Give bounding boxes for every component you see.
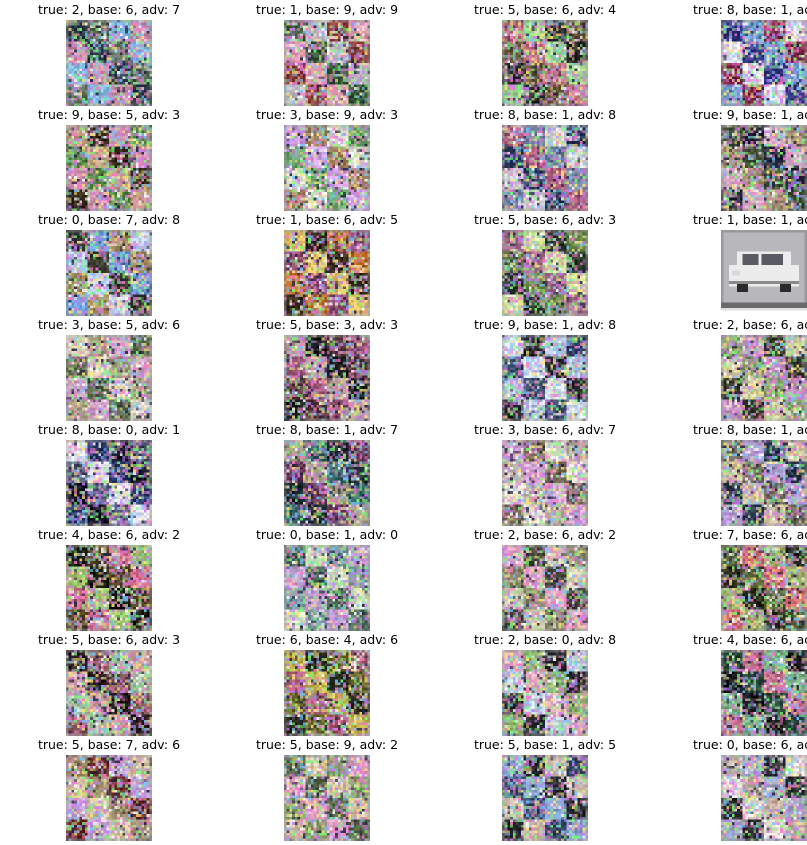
- panel-title: true: 4, base: 6, adv: 2: [692, 632, 807, 647]
- grid-panel: true: 5, base: 3, adv: 3: [232, 317, 422, 421]
- grid-panel: true: 8, base: 1, adv: 7: [232, 422, 422, 526]
- adversarial-image: [502, 20, 588, 106]
- panel-title: true: 0, base: 1, adv: 0: [255, 527, 399, 542]
- grid-panel: true: 9, base: 5, adv: 3: [14, 107, 204, 211]
- grid-panel: true: 3, base: 5, adv: 6: [14, 317, 204, 421]
- adversarial-image: [66, 545, 152, 631]
- adversarial-image: [284, 440, 370, 526]
- grid-panel: true: 2, base: 6, adv: 2: [450, 527, 640, 631]
- adversarial-image: [66, 335, 152, 421]
- adversarial-image: [502, 230, 588, 316]
- grid-panel: true: 5, base: 7, adv: 6: [14, 737, 204, 841]
- adversarial-image: [721, 755, 807, 841]
- grid-panel: true: 1, base: 9, adv: 9: [232, 2, 422, 106]
- panel-title: true: 5, base: 3, adv: 3: [255, 317, 399, 332]
- grid-panel: true: 8, base: 1, adv: 8: [450, 107, 640, 211]
- grid-panel: true: 2, base: 0, adv: 8: [450, 632, 640, 736]
- panel-title: true: 5, base: 6, adv: 4: [473, 2, 617, 17]
- panel-title: true: 8, base: 1, adv: 8: [473, 107, 617, 122]
- grid-panel: true: 9, base: 1, adv: 8: [450, 317, 640, 421]
- panel-title: true: 2, base: 6, adv: 2: [473, 527, 617, 542]
- panel-title: true: 5, base: 7, adv: 6: [37, 737, 181, 752]
- adversarial-image: [284, 545, 370, 631]
- panel-title: true: 8, base: 1, adv: 9: [692, 422, 807, 437]
- grid-panel: true: 5, base: 9, adv: 2: [232, 737, 422, 841]
- image-grid: true: 2, base: 6, adv: 7 true: 1, base: 9…: [0, 0, 807, 845]
- panel-title: true: 0, base: 7, adv: 8: [37, 212, 181, 227]
- panel-title: true: 4, base: 6, adv: 2: [37, 527, 181, 542]
- panel-title: true: 8, base: 0, adv: 1: [37, 422, 181, 437]
- panel-title: true: 1, base: 1, adv: 1: [692, 212, 807, 227]
- grid-panel: true: 5, base: 6, adv: 3: [450, 212, 640, 316]
- grid-panel: true: 5, base: 6, adv: 4: [450, 2, 640, 106]
- grid-panel: true: 8, base: 0, adv: 1: [14, 422, 204, 526]
- adversarial-image: [284, 230, 370, 316]
- grid-panel: true: 5, base: 6, adv: 3: [14, 632, 204, 736]
- grid-panel: true: 9, base: 1, adv: 9: [669, 107, 807, 211]
- car-image: [721, 230, 807, 316]
- panel-title: true: 5, base: 1, adv: 5: [473, 737, 617, 752]
- adversarial-image: [502, 755, 588, 841]
- panel-title: true: 6, base: 4, adv: 6: [255, 632, 399, 647]
- grid-panel: true: 8, base: 1, adv: 0: [669, 2, 807, 106]
- panel-title: true: 9, base: 5, adv: 3: [37, 107, 181, 122]
- panel-title: true: 1, base: 6, adv: 5: [255, 212, 399, 227]
- panel-title: true: 8, base: 1, adv: 0: [692, 2, 807, 17]
- panel-title: true: 2, base: 6, adv: 7: [37, 2, 181, 17]
- adversarial-image: [721, 440, 807, 526]
- adversarial-image: [66, 440, 152, 526]
- grid-panel: true: 1, base: 6, adv: 5: [232, 212, 422, 316]
- panel-title: true: 7, base: 6, adv: 7: [692, 527, 807, 542]
- grid-panel: true: 4, base: 6, adv: 2: [14, 527, 204, 631]
- grid-panel: true: 0, base: 6, adv: 0: [669, 737, 807, 841]
- adversarial-image: [66, 20, 152, 106]
- grid-panel: true: 6, base: 4, adv: 6: [232, 632, 422, 736]
- adversarial-image: [66, 230, 152, 316]
- panel-title: true: 5, base: 9, adv: 2: [255, 737, 399, 752]
- adversarial-image: [284, 335, 370, 421]
- adversarial-image: [502, 545, 588, 631]
- adversarial-image: [721, 650, 807, 736]
- grid-panel: true: 3, base: 6, adv: 7: [450, 422, 640, 526]
- panel-title: true: 3, base: 9, adv: 3: [255, 107, 399, 122]
- adversarial-image: [66, 125, 152, 211]
- grid-panel: true: 3, base: 9, adv: 3: [232, 107, 422, 211]
- grid-panel: true: 1, base: 1, adv: 1: [669, 212, 807, 316]
- adversarial-image: [284, 125, 370, 211]
- grid-panel: true: 8, base: 1, adv: 9: [669, 422, 807, 526]
- panel-title: true: 3, base: 6, adv: 7: [473, 422, 617, 437]
- grid-panel: true: 7, base: 6, adv: 7: [669, 527, 807, 631]
- panel-title: true: 0, base: 6, adv: 0: [692, 737, 807, 752]
- adversarial-image: [502, 440, 588, 526]
- panel-title: true: 8, base: 1, adv: 7: [255, 422, 399, 437]
- grid-panel: true: 2, base: 6, adv: 7: [14, 2, 204, 106]
- grid-panel: true: 0, base: 7, adv: 8: [14, 212, 204, 316]
- adversarial-image: [721, 545, 807, 631]
- grid-panel: true: 4, base: 6, adv: 2: [669, 632, 807, 736]
- grid-panel: true: 2, base: 6, adv: 3: [669, 317, 807, 421]
- panel-title: true: 9, base: 1, adv: 8: [473, 317, 617, 332]
- adversarial-image: [502, 335, 588, 421]
- adversarial-image: [721, 125, 807, 211]
- adversarial-image: [721, 20, 807, 106]
- adversarial-image: [284, 20, 370, 106]
- panel-title: true: 9, base: 1, adv: 9: [692, 107, 807, 122]
- grid-panel: true: 0, base: 1, adv: 0: [232, 527, 422, 631]
- adversarial-image: [284, 650, 370, 736]
- adversarial-image: [66, 650, 152, 736]
- panel-title: true: 1, base: 9, adv: 9: [255, 2, 399, 17]
- adversarial-image: [502, 650, 588, 736]
- panel-title: true: 3, base: 5, adv: 6: [37, 317, 181, 332]
- adversarial-image: [502, 125, 588, 211]
- panel-title: true: 5, base: 6, adv: 3: [37, 632, 181, 647]
- panel-title: true: 5, base: 6, adv: 3: [473, 212, 617, 227]
- adversarial-image: [284, 755, 370, 841]
- adversarial-image: [721, 335, 807, 421]
- adversarial-image: [66, 755, 152, 841]
- grid-panel: true: 5, base: 1, adv: 5: [450, 737, 640, 841]
- panel-title: true: 2, base: 0, adv: 8: [473, 632, 617, 647]
- panel-title: true: 2, base: 6, adv: 3: [692, 317, 807, 332]
